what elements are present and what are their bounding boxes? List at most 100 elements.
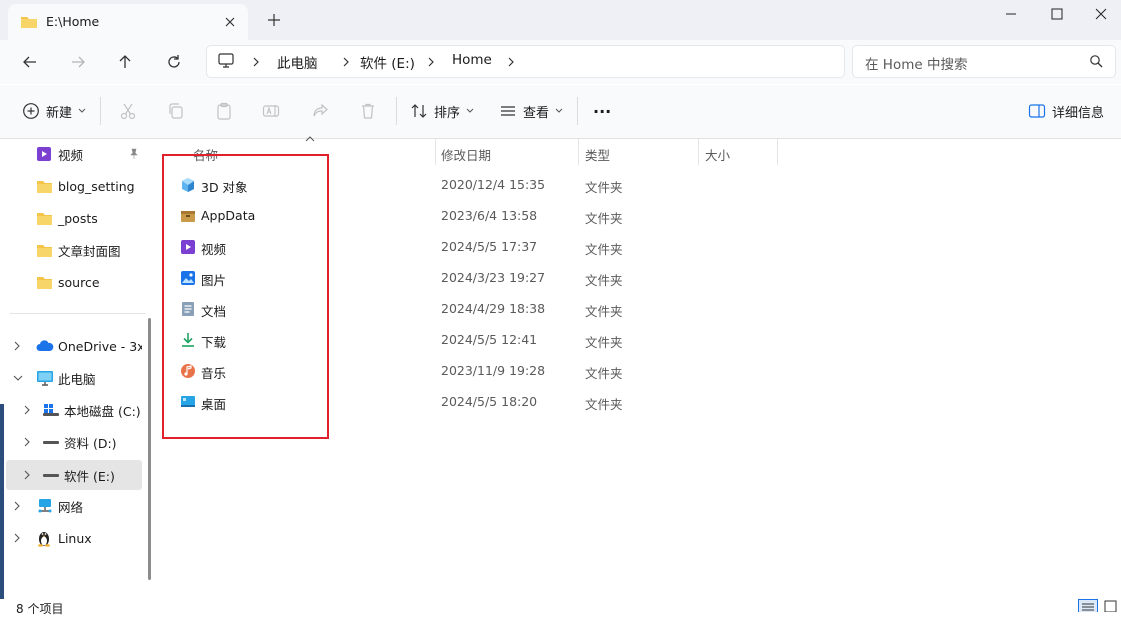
sort-button[interactable]: 排序 [410,97,474,125]
file-type: 文件夹 [585,366,623,381]
rename-button[interactable] [262,97,280,125]
nav-scrollbar[interactable] [148,318,151,580]
folder-icon [36,211,53,226]
tab-home[interactable]: E:\Home [8,4,248,40]
nav-item-drive-d[interactable]: 资料 (D:) [8,428,142,456]
nav-item-drive-e[interactable]: 软件 (E:) [6,460,142,490]
chevron-right-icon[interactable] [22,404,32,416]
nav-item-label: 视频 [58,147,84,163]
column-divider[interactable] [698,139,699,165]
details-view-toggle[interactable] [1078,599,1098,612]
chevron-right-icon[interactable] [12,340,22,352]
toolbar-divider [577,97,578,125]
onedrive-icon [36,340,54,352]
more-icon: ··· [593,101,612,121]
nav-item-video[interactable]: 视频 [8,140,142,168]
column-header-size[interactable]: 大小 [705,145,730,164]
close-tab-icon[interactable] [220,12,240,32]
nav-item-posts[interactable]: _posts [8,204,142,232]
more-options-button[interactable]: ··· [593,97,611,125]
column-header-date[interactable]: 修改日期 [441,145,491,164]
toolbar-divider [100,97,101,125]
column-divider[interactable] [435,139,436,165]
chevron-down-icon[interactable] [12,373,24,383]
chevron-right-icon[interactable] [22,469,32,481]
chevron-right-icon[interactable] [251,56,261,68]
file-type: 文件夹 [585,335,623,350]
sort-icon [410,102,428,120]
item-count: 8 个项目 [16,602,64,616]
back-button[interactable] [15,48,45,76]
chevron-right-icon[interactable] [341,56,351,68]
nav-item-label: 网络 [58,499,84,515]
up-button[interactable] [110,48,140,76]
search-box[interactable]: 在 Home 中搜索 [852,45,1116,78]
cut-button[interactable] [119,97,137,125]
copy-button[interactable] [167,97,185,125]
trash-icon [359,102,377,120]
address-bar[interactable]: 此电脑 软件 (E:) Home [206,45,845,78]
toolbar-divider [396,97,397,125]
sort-up-icon [305,135,315,143]
nav-item-source[interactable]: source [8,268,142,296]
nav-item-blog-setting[interactable]: blog_setting [8,172,142,200]
breadcrumb-home[interactable]: Home [452,52,492,68]
nav-item-linux[interactable]: Linux [8,524,142,552]
column-divider[interactable] [777,139,778,165]
nav-item-this-pc[interactable]: 此电脑 [8,364,142,392]
new-tab-button[interactable] [264,10,284,30]
view-list-icon [499,102,517,120]
close-window-button[interactable] [1080,0,1121,28]
chevron-right-icon[interactable] [426,56,436,68]
status-bar: 8 个项目 [0,599,1121,616]
nav-divider [10,313,146,314]
computer-icon [36,370,54,386]
nav-item-label: 资料 (D:) [64,435,117,451]
tiles-view-toggle[interactable] [1104,600,1117,612]
column-header-type[interactable]: 类型 [585,145,610,164]
search-icon [1089,54,1103,68]
breadcrumb-drive-e[interactable]: 软件 (E:) [360,52,415,72]
nav-item-drive-c[interactable]: 本地磁盘 (C:) [8,396,142,424]
clipboard-icon [215,102,233,120]
chevron-right-icon[interactable] [12,532,22,544]
file-type: 文件夹 [585,211,623,226]
delete-button[interactable] [359,97,377,125]
file-type: 文件夹 [585,242,623,257]
forward-button[interactable] [63,48,93,76]
folder-icon [20,14,38,30]
background-window-edge [0,404,4,612]
copy-icon [167,102,185,120]
file-date: 2024/4/29 18:38 [441,301,546,316]
file-type: 文件夹 [585,304,623,319]
column-divider[interactable] [578,139,579,165]
maximize-button[interactable] [1034,0,1080,28]
nav-item-label: source [58,274,100,290]
details-pane-button[interactable]: 详细信息 [1028,97,1104,125]
highlight-annotation-box [162,154,329,439]
chevron-right-icon[interactable] [12,500,22,512]
nav-item-label: blog_setting [58,178,135,194]
chevron-right-icon[interactable] [506,56,516,68]
nav-item-network[interactable]: 网络 [8,492,142,520]
breadcrumb-this-pc[interactable]: 此电脑 [277,52,318,72]
file-type: 文件夹 [585,397,623,412]
paste-button[interactable] [215,97,233,125]
chevron-down-icon [555,108,563,114]
refresh-button[interactable] [159,48,189,76]
nav-item-label: 此电脑 [58,371,96,387]
share-button[interactable] [311,97,329,125]
nav-item-cover-images[interactable]: 文章封面图 [8,236,142,264]
minimize-button[interactable] [988,0,1034,28]
nav-item-onedrive[interactable]: OneDrive - 3xs [8,332,142,360]
navigation-pane: 视频 blog_setting _posts 文章封面图 source OneD… [0,139,156,599]
folder-icon [36,243,53,258]
share-icon [311,102,329,120]
view-label: 查看 [523,105,550,121]
network-icon [36,498,54,514]
view-button[interactable]: 查看 [499,97,563,125]
drive-icon [42,468,60,482]
new-button[interactable]: 新建 [22,97,86,125]
chevron-right-icon[interactable] [22,436,32,448]
file-date: 2023/11/9 19:28 [441,363,546,378]
